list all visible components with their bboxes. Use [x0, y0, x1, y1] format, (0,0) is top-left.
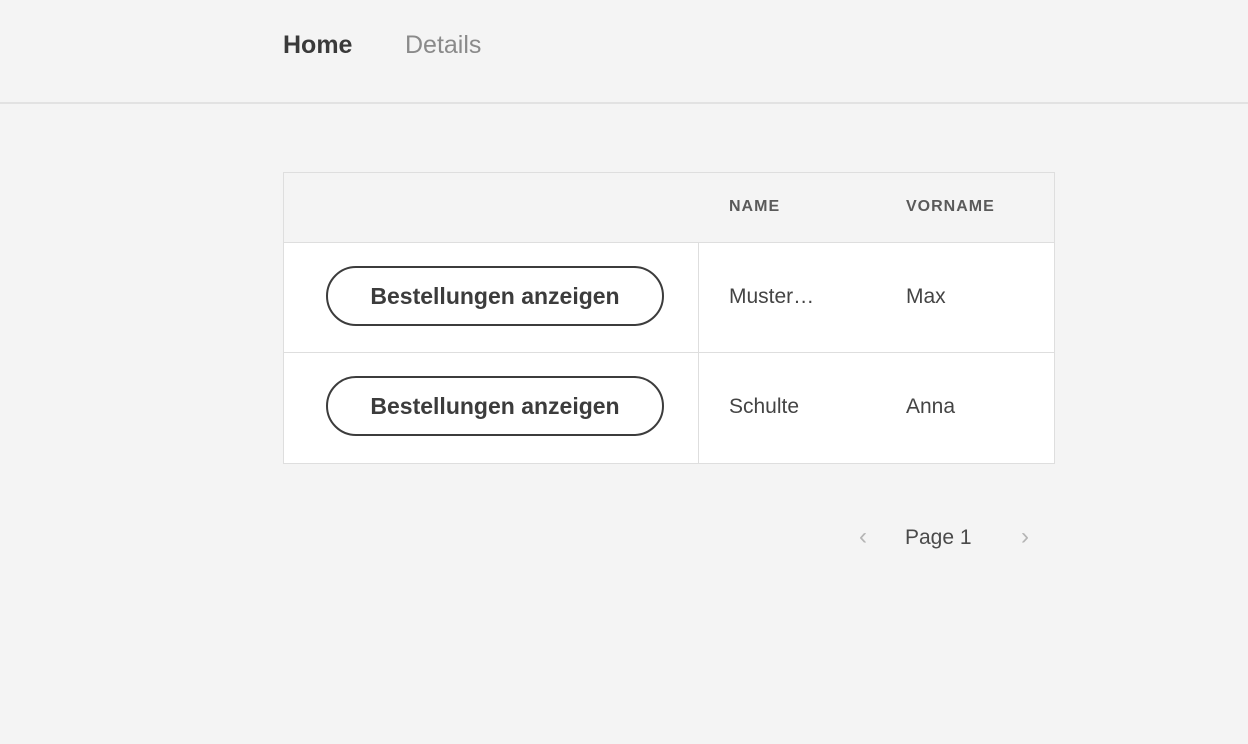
chevron-right-icon[interactable]: ›	[1021, 522, 1029, 552]
column-divider	[698, 243, 699, 353]
column-header-vorname[interactable]: VORNAME	[906, 198, 995, 216]
table-row: Bestellungen anzeigen Muster… Max	[284, 243, 1054, 353]
pagination: ‹ Page 1 ›	[855, 522, 1045, 552]
table-row: Bestellungen anzeigen Schulte Anna	[284, 353, 1054, 463]
cell-vorname: Anna	[906, 395, 956, 418]
top-navigation: Home Details	[0, 0, 1248, 104]
chevron-left-icon[interactable]: ‹	[859, 522, 867, 552]
column-header-name[interactable]: NAME	[729, 198, 780, 216]
customer-table: NAME VORNAME Bestellungen anzeigen Muste…	[283, 172, 1055, 464]
show-orders-button[interactable]: Bestellungen anzeigen	[326, 376, 664, 436]
cell-vorname: Max	[906, 285, 946, 308]
tab-details[interactable]: Details	[405, 30, 481, 60]
column-divider	[698, 353, 699, 463]
tab-home[interactable]: Home	[283, 30, 352, 60]
table-header: NAME VORNAME	[284, 173, 1054, 243]
cell-name: Muster…	[729, 285, 815, 308]
show-orders-button[interactable]: Bestellungen anzeigen	[326, 266, 664, 326]
page-label: Page 1	[905, 526, 972, 549]
cell-name: Schulte	[729, 395, 800, 418]
